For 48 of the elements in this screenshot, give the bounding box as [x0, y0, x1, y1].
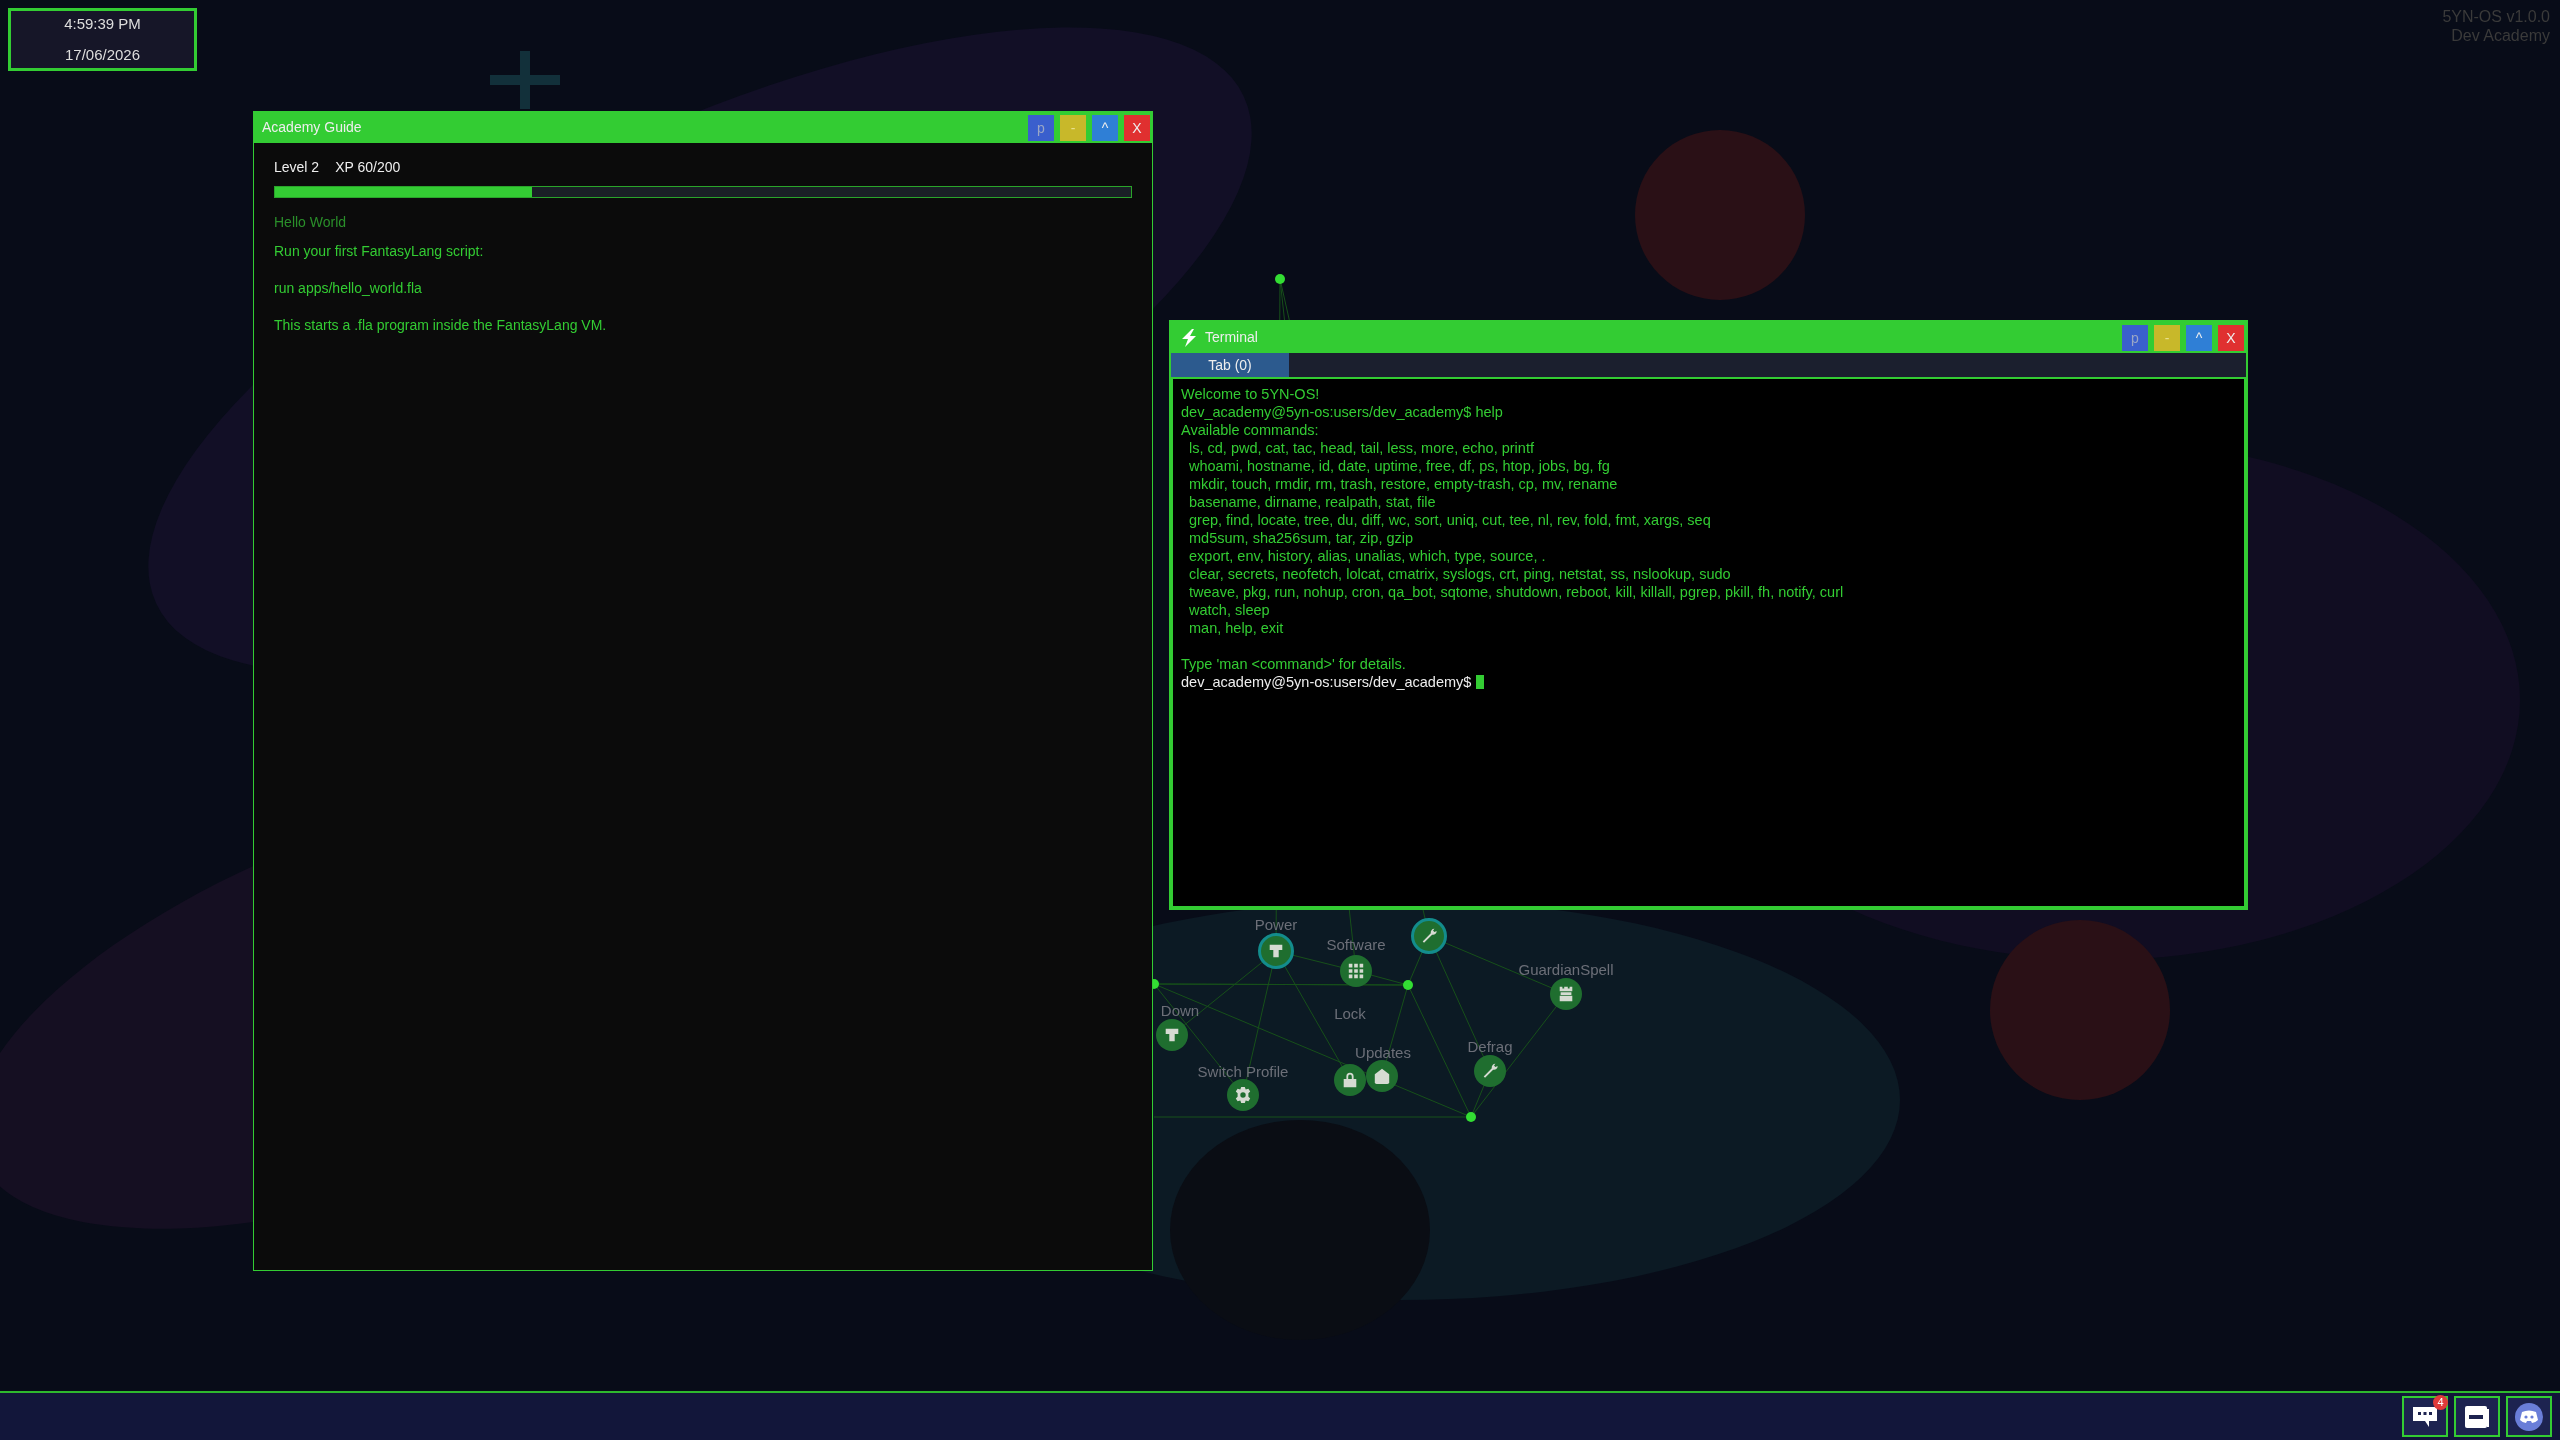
lesson-text: This starts a .fla program inside the FantasyLang VM.	[274, 316, 608, 335]
terminal-tab[interactable]: Tab (0)	[1171, 353, 1289, 377]
window-titlebar[interactable]: Academy Guide p - ^ X	[254, 112, 1152, 143]
node-label: Lock	[1334, 1004, 1366, 1024]
lesson-text: run apps/hello_world.fla	[274, 279, 423, 298]
window-title: Terminal	[1205, 328, 1259, 347]
command-list-line: grep, find, locate, tree, du, diff, wc, sort, uniq, cut, tee, nl, rev, fold, fmt, xargs, seq	[1189, 512, 1711, 528]
window-button[interactable]	[2454, 1396, 2500, 1437]
window-maximize-button[interactable]: ^	[1092, 114, 1118, 141]
chat-button[interactable]: 4	[2402, 1396, 2448, 1437]
app-button[interactable]	[2506, 1396, 2552, 1437]
command-list-line: basename, dirname, realpath, stat, file	[1189, 494, 1436, 510]
game-controller-icon	[2514, 1401, 2544, 1432]
lesson-text: Run your first FantasyLang script:	[274, 242, 485, 261]
terminal-output-line: dev_academy@5yn-os:users/dev_academy$ help	[1181, 404, 1503, 420]
xp-label: XP 60/200	[335, 158, 401, 177]
node-label: Updates	[1355, 1043, 1411, 1063]
level-label: Level 2	[274, 158, 320, 177]
node-label: Down	[1160, 1001, 1200, 1021]
window-close-button[interactable]: X	[2218, 324, 2244, 351]
notification-badge: 4	[2433, 1395, 2448, 1410]
command-list-line: whoami, hostname, id, date, uptime, free, df, ps, htop, jobs, bg, fg	[1189, 458, 1610, 474]
terminal-prompt: dev_academy@5yn-os:users/dev_academy$	[1181, 674, 1472, 690]
window-titlebar[interactable]: Terminal p - ^ X	[1171, 322, 2246, 353]
node-label: Software	[1326, 935, 1386, 955]
command-list-line: man, help, exit	[1189, 620, 1284, 636]
command-list-line: mkdir, touch, rmdir, rm, trash, restore, empty-trash, cp, mv, rename	[1189, 476, 1618, 492]
window-pin-button[interactable]: p	[1028, 114, 1054, 141]
window-maximize-button[interactable]: ^	[2186, 324, 2212, 351]
clock-time: 4:59:39 PM	[64, 14, 141, 34]
lesson-title: Hello World	[274, 213, 348, 232]
command-list-line: watch, sleep	[1189, 602, 1270, 618]
command-list-line: clear, secrets, neofetch, lolcat, cmatrix, syslogs, crt, ping, netstat, ss, nslookup, sudo	[1189, 566, 1731, 582]
clock-date: 17/06/2026	[64, 44, 141, 65]
command-list-line: ls, cd, pwd, cat, tac, head, tail, less, more, echo, printf	[1189, 440, 1534, 456]
window-title: Academy Guide	[262, 118, 363, 137]
node-label: GuardianSpell	[1518, 960, 1614, 980]
terminal-output-line: Available commands:	[1181, 422, 1319, 438]
terminal-output-line: Type 'man <command>' for details.	[1181, 656, 1406, 672]
terminal-output-line: Welcome to 5YN-OS!	[1181, 386, 1320, 402]
command-list-line: export, env, history, alias, unalias, which, type, source, .	[1189, 548, 1546, 564]
node-label: Power	[1254, 915, 1298, 935]
node-label: Switch Profile	[1197, 1062, 1289, 1082]
command-list-line: md5sum, sha256sum, tar, zip, gzip	[1189, 530, 1414, 546]
window-close-button[interactable]: X	[1124, 114, 1150, 141]
command-list-line: tweave, pkg, run, nohup, cron, qa_bot, sqtome, shutdown, reboot, kill, killall, pgrep, pkill, fh, notify, curl	[1189, 584, 1844, 600]
window-pin-button[interactable]: p	[2122, 324, 2148, 351]
node-label: Defrag	[1467, 1037, 1513, 1057]
